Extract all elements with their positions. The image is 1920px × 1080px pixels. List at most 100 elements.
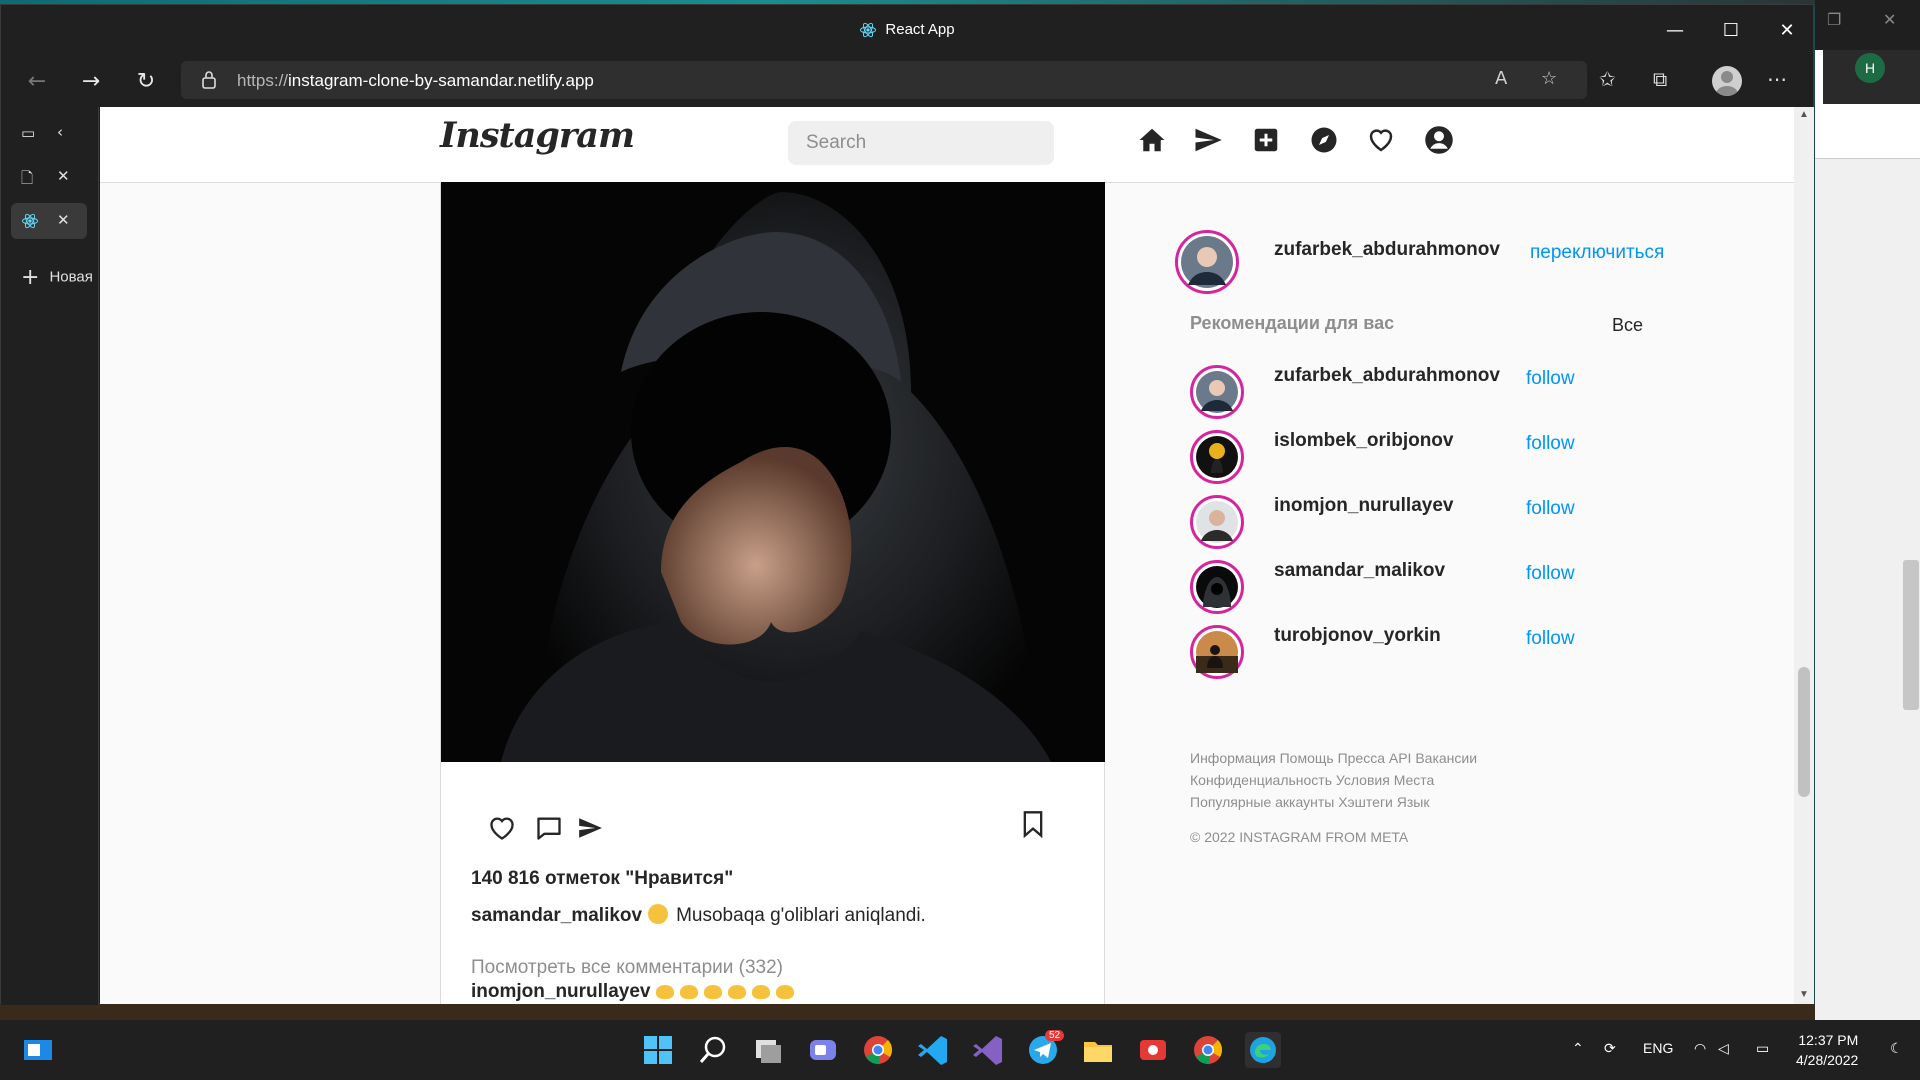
- search-input[interactable]: [788, 121, 1054, 165]
- start-button-icon[interactable]: [640, 1032, 676, 1068]
- switch-account-link[interactable]: переключиться: [1530, 242, 1664, 264]
- read-aloud-icon[interactable]: A: [1495, 68, 1507, 89]
- settings-menu-icon[interactable]: ⋯: [1767, 67, 1787, 91]
- refresh-button[interactable]: ↻: [128, 63, 164, 99]
- like-heart-icon[interactable]: [488, 815, 516, 841]
- explore-compass-icon[interactable]: [1309, 125, 1339, 155]
- suggestion-item: islombek_oribjonov follow: [1190, 430, 1640, 490]
- favorites-icon[interactable]: ✩: [1599, 67, 1616, 91]
- comment-icon[interactable]: [535, 814, 563, 842]
- maximize-button[interactable]: ☐: [1703, 13, 1759, 47]
- battery-icon[interactable]: ▭: [1756, 1040, 1769, 1057]
- suggestion-avatar[interactable]: [1190, 430, 1244, 484]
- profile-chip-icon[interactable]: H: [1855, 53, 1885, 83]
- minimize-button[interactable]: —: [1647, 13, 1703, 47]
- scrollbar-thumb[interactable]: [1798, 667, 1810, 797]
- follow-button[interactable]: follow: [1526, 368, 1575, 390]
- wifi-icon[interactable]: ◠: [1694, 1040, 1706, 1057]
- clap-emoji-icon: [728, 984, 747, 999]
- volume-icon[interactable]: ◁: [1718, 1040, 1729, 1057]
- background-window-scrollbar[interactable]: [1903, 560, 1919, 710]
- direct-send-icon[interactable]: [1193, 125, 1223, 155]
- sidebar-toggle-row[interactable]: ▭ ‹: [11, 115, 87, 151]
- visual-studio-icon[interactable]: [970, 1032, 1006, 1068]
- see-all-link[interactable]: Все: [1612, 315, 1643, 336]
- collapse-icon[interactable]: ‹: [57, 123, 63, 141]
- likes-count: 140 816 отметок "Нравится": [471, 868, 734, 889]
- caption-username[interactable]: samandar_malikov: [471, 905, 642, 926]
- suggestion-item: turobjonov_yorkin follow: [1190, 625, 1640, 685]
- suggestion-username[interactable]: islombek_oribjonov: [1274, 430, 1453, 452]
- sync-icon[interactable]: ⟳: [1604, 1040, 1616, 1057]
- suggestion-avatar[interactable]: [1190, 365, 1244, 419]
- show-hidden-icons-icon[interactable]: ⌃: [1572, 1040, 1584, 1057]
- add-favorite-icon[interactable]: ☆: [1541, 68, 1557, 89]
- scroll-up-icon[interactable]: ▲: [1799, 109, 1809, 120]
- window-title-text: React App: [885, 21, 955, 38]
- activity-heart-icon[interactable]: [1366, 125, 1396, 155]
- language-indicator[interactable]: ENG: [1643, 1040, 1673, 1056]
- tab-actions-icon[interactable]: ▭: [21, 124, 35, 142]
- teams-chat-icon[interactable]: [805, 1032, 841, 1068]
- profile-icon[interactable]: [1424, 125, 1454, 155]
- chrome-icon[interactable]: [860, 1032, 896, 1068]
- tab-react-app[interactable]: ✕: [11, 203, 87, 239]
- edge-icon[interactable]: [1245, 1032, 1281, 1068]
- current-user-avatar[interactable]: [1175, 230, 1239, 294]
- clock[interactable]: 12:37 PM 4/28/2022: [1796, 1030, 1858, 1070]
- task-view-icon[interactable]: [750, 1032, 786, 1068]
- suggestion-avatar[interactable]: [1190, 560, 1244, 614]
- copyright: © 2022 INSTAGRAM FROM META: [1190, 829, 1409, 845]
- close-tab-icon[interactable]: ✕: [57, 211, 70, 229]
- new-tab-button[interactable]: + Новая: [21, 265, 93, 290]
- page-viewport: Instagram Search 140 816 отметок "Нравит…: [100, 107, 1794, 1004]
- notifications-moon-icon[interactable]: ☾: [1890, 1040, 1903, 1057]
- search-icon[interactable]: [695, 1032, 731, 1068]
- restore-icon[interactable]: ❐: [1827, 10, 1841, 29]
- collections-icon[interactable]: ⧉: [1653, 67, 1667, 91]
- forward-button[interactable]: →: [73, 63, 109, 99]
- address-bar[interactable]: https://instagram-clone-by-samandar.netl…: [181, 61, 1587, 99]
- footer-line[interactable]: Конфиденциальность Условия Места: [1190, 769, 1520, 791]
- current-username[interactable]: zufarbek_abdurahmonov: [1274, 239, 1500, 261]
- view-all-comments-link[interactable]: Посмотреть все комментарии (332): [471, 957, 783, 979]
- close-tab-icon[interactable]: ✕: [57, 167, 70, 185]
- suggestion-username[interactable]: inomjon_nurullayev: [1274, 495, 1453, 517]
- lock-icon: [202, 71, 216, 89]
- page-icon: 🗋: [21, 169, 34, 187]
- tab-blank[interactable]: 🗋 ✕: [11, 159, 87, 195]
- profile-avatar[interactable]: [1712, 66, 1742, 96]
- clap-emoji-icon: [704, 984, 723, 999]
- follow-button[interactable]: follow: [1526, 498, 1575, 520]
- share-send-icon[interactable]: [576, 815, 604, 841]
- windows-widgets-icon[interactable]: [20, 1032, 56, 1068]
- footer-line[interactable]: Популярные аккаунты Хэштеги Язык: [1190, 791, 1520, 813]
- post-image[interactable]: [441, 182, 1105, 762]
- background-window-panel: [1815, 104, 1920, 159]
- back-button[interactable]: ←: [19, 63, 55, 99]
- url-text[interactable]: https://instagram-clone-by-samandar.netl…: [237, 71, 594, 91]
- suggestion-username[interactable]: samandar_malikov: [1274, 560, 1445, 582]
- instagram-logo[interactable]: Instagram: [440, 115, 635, 156]
- file-explorer-icon[interactable]: [1080, 1032, 1116, 1068]
- follow-button[interactable]: follow: [1526, 433, 1575, 455]
- vscode-icon[interactable]: [915, 1032, 951, 1068]
- comment-username[interactable]: inomjon_nurullayev: [471, 981, 650, 1002]
- recorder-app-icon[interactable]: [1135, 1032, 1171, 1068]
- chrome-profile-icon[interactable]: [1190, 1032, 1226, 1068]
- follow-button[interactable]: follow: [1526, 563, 1575, 585]
- window-title: React App: [1, 21, 1813, 39]
- suggestion-username[interactable]: turobjonov_yorkin: [1274, 625, 1441, 647]
- close-window-button[interactable]: ✕: [1759, 13, 1815, 47]
- page-scrollbar[interactable]: ▲ ▼: [1794, 107, 1814, 1004]
- footer-line[interactable]: Информация Помощь Пресса API Вакансии: [1190, 747, 1520, 769]
- suggestion-username[interactable]: zufarbek_abdurahmonov: [1274, 365, 1500, 387]
- home-icon[interactable]: [1137, 125, 1167, 155]
- close-icon[interactable]: ✕: [1883, 10, 1896, 29]
- save-bookmark-icon[interactable]: [1021, 810, 1045, 838]
- suggestion-avatar[interactable]: [1190, 625, 1244, 679]
- follow-button[interactable]: follow: [1526, 628, 1575, 650]
- suggestion-avatar[interactable]: [1190, 495, 1244, 549]
- scroll-down-icon[interactable]: ▼: [1799, 989, 1809, 1000]
- new-post-icon[interactable]: [1251, 125, 1281, 155]
